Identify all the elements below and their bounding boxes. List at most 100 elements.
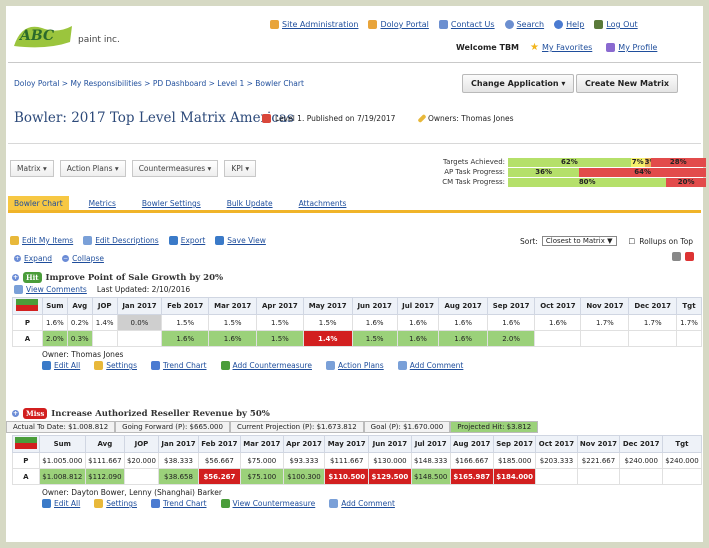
table-cell[interactable] — [534, 330, 582, 347]
table-cell[interactable]: $185.000 — [492, 452, 537, 469]
table-cell[interactable]: $56.667 — [197, 452, 241, 469]
table-cell[interactable]: 1.6% — [438, 330, 488, 347]
nav-help[interactable]: Help — [554, 20, 584, 29]
table-cell[interactable]: $240.000 — [619, 452, 663, 469]
breadcrumb[interactable]: Doloy Portal > My Responsibilities > PD … — [14, 79, 304, 88]
table-cell[interactable]: 1.6% — [534, 314, 582, 331]
table-cell[interactable]: 1.4% — [302, 330, 353, 347]
nav-label[interactable]: Doloy Portal — [380, 20, 428, 29]
profile-link[interactable]: My Profile — [606, 42, 657, 53]
link-label[interactable]: Add Countermeasure — [233, 361, 312, 370]
expand-label[interactable]: Expand — [24, 254, 52, 263]
table-cell[interactable] — [91, 330, 118, 347]
sort-select[interactable]: Closest to Matrix ▼ — [541, 236, 617, 246]
tab-metrics[interactable]: Metrics — [83, 196, 122, 210]
toolbar-label[interactable]: Edit My Items — [22, 236, 73, 245]
table-cell[interactable]: 1.6% — [208, 330, 258, 347]
edit-all-link[interactable]: Edit All — [42, 499, 80, 508]
table-cell[interactable]: 1.5% — [256, 314, 304, 331]
table-cell[interactable]: $111.667 — [324, 452, 370, 469]
link-label[interactable]: Action Plans — [338, 361, 384, 370]
nav-label[interactable]: Site Administration — [282, 20, 358, 29]
create-matrix-button[interactable]: Create New Matrix — [576, 74, 679, 93]
view-countermeasure-link[interactable]: View Countermeasure — [220, 499, 316, 508]
table-cell[interactable]: $56.267 — [197, 468, 241, 485]
nav-label[interactable]: Log Out — [606, 20, 637, 29]
table-cell[interactable]: 1.6% — [486, 314, 536, 331]
rollups-checkbox[interactable]: ☐ — [629, 237, 636, 246]
table-cell[interactable]: $130.000 — [368, 452, 412, 469]
settings-link[interactable]: Settings — [94, 499, 137, 508]
table-cell[interactable]: $166.667 — [449, 452, 494, 469]
table-cell[interactable]: 1.5% — [351, 330, 398, 347]
table-cell[interactable] — [661, 468, 703, 485]
table-cell[interactable]: 1.7% — [675, 314, 703, 331]
table-cell[interactable]: 1.6% — [438, 314, 488, 331]
kpi-menu[interactable]: KPI ▾ — [224, 160, 257, 177]
tab-bulk-update[interactable]: Bulk Update — [221, 196, 279, 210]
matrix-menu[interactable]: Matrix ▾ — [10, 160, 54, 177]
table-cell[interactable] — [576, 468, 621, 485]
link-label[interactable]: Settings — [106, 361, 137, 370]
table-cell[interactable]: $148.500 — [410, 468, 451, 485]
table-cell[interactable]: $38.658 — [158, 468, 199, 485]
link-label[interactable]: Trend Chart — [163, 361, 207, 370]
nav-doloy-portal[interactable]: Doloy Portal — [368, 20, 429, 29]
toolbar-label[interactable]: Save View — [227, 236, 266, 245]
link-label[interactable]: Edit All — [54, 361, 80, 370]
table-cell[interactable]: 0.0% — [116, 314, 163, 331]
favorites-label[interactable]: My Favorites — [542, 43, 592, 52]
table-cell[interactable]: 1.5% — [161, 314, 210, 331]
link-label[interactable]: Add Comment — [341, 499, 395, 508]
profile-label[interactable]: My Profile — [618, 43, 657, 52]
table-cell[interactable]: 1.5% — [208, 314, 258, 331]
table-cell[interactable]: $75.100 — [239, 468, 284, 485]
table-cell[interactable]: $100.300 — [282, 468, 326, 485]
nav-contact[interactable]: Contact Us — [438, 20, 495, 29]
table-cell[interactable]: 1.6% — [41, 314, 68, 331]
table-cell[interactable]: $129.500 — [368, 468, 412, 485]
trend-chart-link[interactable]: Trend Chart — [150, 361, 207, 370]
settings-link[interactable]: Settings — [94, 361, 137, 370]
export-button[interactable]: Export — [168, 236, 206, 245]
change-application-button[interactable]: Change Application ▾ — [462, 74, 575, 93]
table-cell[interactable] — [675, 330, 703, 347]
tab-attachments[interactable]: Attachments — [293, 196, 353, 210]
nav-label[interactable]: Contact Us — [451, 20, 495, 29]
table-cell[interactable] — [116, 330, 163, 347]
nav-label[interactable]: Search — [517, 20, 544, 29]
table-cell[interactable] — [619, 468, 663, 485]
link-label[interactable]: View Countermeasure — [233, 499, 316, 508]
countermeasures-menu[interactable]: Countermeasures ▾ — [131, 160, 219, 177]
action-plans-menu[interactable]: Action Plans ▾ — [59, 160, 126, 177]
nav-site-admin[interactable]: Site Administration — [270, 20, 358, 29]
table-cell[interactable]: 2.0% — [41, 330, 68, 347]
favorites-link[interactable]: ★ My Favorites — [530, 42, 592, 53]
edit-descriptions-button[interactable]: Edit Descriptions — [83, 236, 159, 245]
table-cell[interactable]: $75.000 — [239, 452, 284, 469]
table-cell[interactable]: 1.5% — [302, 314, 353, 331]
table-cell[interactable]: $20.000 — [123, 452, 160, 469]
table-cell[interactable] — [628, 330, 677, 347]
tab-bowler-settings[interactable]: Bowler Settings — [136, 196, 207, 210]
expand-metric-icon[interactable]: + — [12, 274, 19, 281]
nav-label[interactable]: Help — [566, 20, 584, 29]
table-cell[interactable]: $184.000 — [492, 468, 537, 485]
nav-search[interactable]: Search — [504, 20, 544, 29]
table-cell[interactable]: $1.008.812 — [38, 468, 86, 485]
table-cell[interactable]: 1.6% — [396, 314, 440, 331]
table-cell[interactable]: 1.4% — [91, 314, 118, 331]
toolbar-label[interactable]: Edit Descriptions — [95, 236, 159, 245]
edit-all-link[interactable]: Edit All — [42, 361, 80, 370]
table-cell[interactable] — [123, 468, 160, 485]
toolbar-label[interactable]: Export — [181, 236, 206, 245]
action-plans-link[interactable]: Action Plans — [325, 361, 384, 370]
nav-logout[interactable]: Log Out — [594, 20, 638, 29]
table-cell[interactable]: 1.5% — [256, 330, 304, 347]
add-comment-link[interactable]: Add Comment — [397, 361, 463, 370]
pdf-icon[interactable] — [685, 252, 694, 261]
table-cell[interactable]: 1.7% — [580, 314, 630, 331]
view-comments-link[interactable]: View Comments — [14, 285, 87, 294]
table-cell[interactable]: $1.005.000 — [38, 452, 86, 469]
table-cell[interactable] — [580, 330, 630, 347]
